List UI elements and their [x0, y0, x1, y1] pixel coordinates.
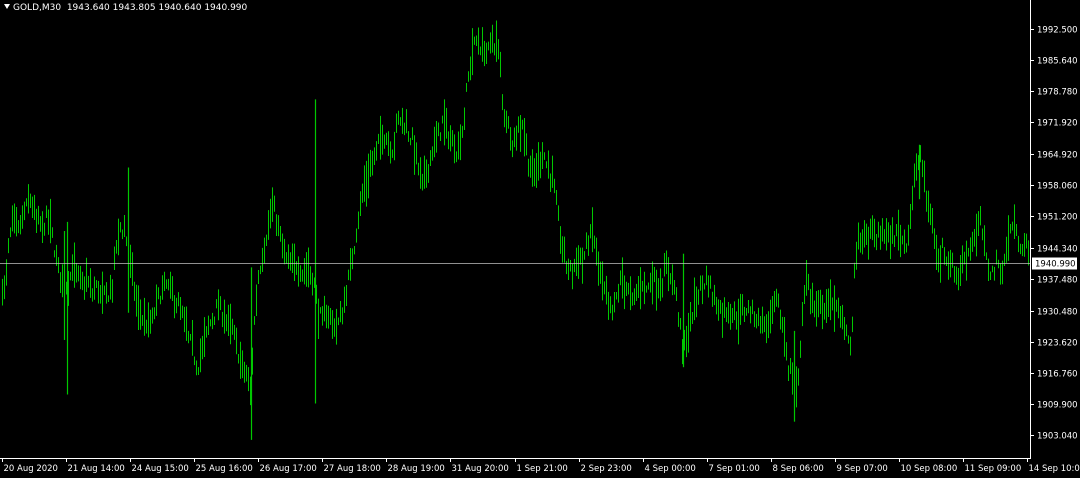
- x-tick-label: 8 Sep 06:00: [773, 464, 824, 474]
- x-tick-label: 14 Sep 10:00: [1029, 464, 1080, 474]
- x-tick-label: 20 Aug 2020: [4, 464, 58, 474]
- x-tick-label: 24 Aug 15:00: [132, 464, 189, 474]
- chart-window[interactable]: GOLD,M30 1943.640 1943.805 1940.640 1940…: [0, 0, 1080, 478]
- x-tick-label: 28 Aug 19:00: [388, 464, 445, 474]
- x-tick-label: 21 Aug 14:00: [68, 464, 125, 474]
- x-tick-label: 4 Sep 00:00: [645, 464, 696, 474]
- y-tick-label: 1937.480: [1037, 276, 1078, 286]
- x-tick-label: 11 Sep 09:00: [965, 464, 1022, 474]
- y-tick-label: 1930.480: [1037, 308, 1078, 318]
- x-tick-label: 1 Sep 21:00: [517, 464, 568, 474]
- y-tick-label: 1923.620: [1037, 339, 1078, 349]
- current-price-marker: 1940.990: [0, 257, 1077, 270]
- y-tick-label: 1992.500: [1037, 26, 1078, 36]
- x-tick-label: 9 Sep 07:00: [837, 464, 888, 474]
- y-tick-label: 1909.900: [1037, 401, 1078, 411]
- x-tick-label: 7 Sep 01:00: [709, 464, 760, 474]
- price-bars: [2, 20, 1031, 408]
- y-tick-label: 1903.040: [1037, 432, 1078, 442]
- current-price-label: 1940.990: [1035, 260, 1076, 270]
- chart-axes: [0, 0, 1031, 459]
- price-chart[interactable]: 1992.500 1985.640 1978.780 1971.920 1964.920…: [0, 0, 1080, 478]
- x-tick-label: 2 Sep 23:00: [581, 464, 632, 474]
- x-tick-label: 26 Aug 17:00: [260, 464, 317, 474]
- y-tick-label: 1916.760: [1037, 370, 1078, 380]
- x-tick-label: 31 Aug 20:00: [452, 464, 509, 474]
- y-tick-label: 1985.640: [1037, 57, 1078, 67]
- y-tick-label: 1944.340: [1037, 245, 1078, 255]
- y-tick-label: 1951.200: [1037, 213, 1078, 223]
- y-tick-label: 1978.780: [1037, 88, 1078, 98]
- x-axis-ticks: 20 Aug 2020 21 Aug 14:00 24 Aug 15:00 25 Au…: [2, 458, 1080, 474]
- x-tick-label: 25 Aug 16:00: [196, 464, 253, 474]
- y-axis-ticks: 1992.500 1985.640 1978.780 1971.920 1964.920…: [1030, 26, 1078, 442]
- x-tick-label: 10 Sep 08:00: [901, 464, 958, 474]
- y-tick-label: 1964.920: [1037, 151, 1078, 161]
- x-tick-label: 27 Aug 18:00: [324, 464, 381, 474]
- y-tick-label: 1971.920: [1037, 119, 1078, 129]
- y-tick-label: 1958.060: [1037, 182, 1078, 192]
- price-spikes: [63, 99, 921, 440]
